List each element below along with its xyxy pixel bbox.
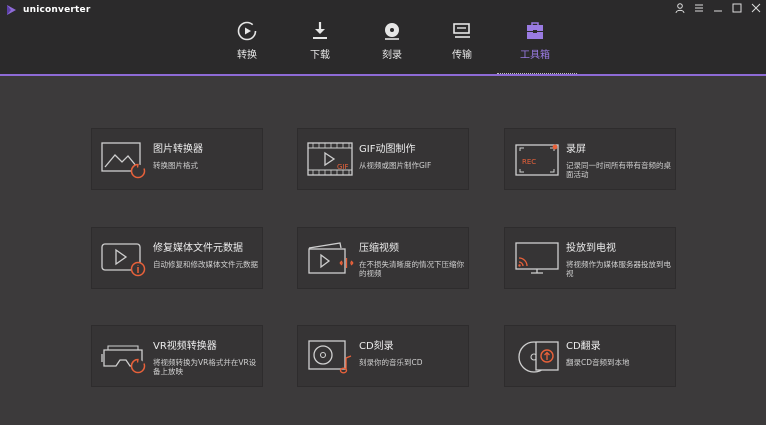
gif-maker-icon: GIF [307, 142, 353, 176]
tab-convert[interactable]: 转换 [215, 20, 279, 72]
vr-convert-icon [101, 345, 146, 374]
tab-transfer-label: 传输 [452, 50, 472, 61]
tool-title: CD刻录 [359, 341, 394, 352]
tool-title: 压缩视频 [359, 243, 399, 254]
tool-title: 修复媒体文件元数据 [153, 243, 243, 254]
fix-metadata-icon [101, 243, 146, 277]
tool-card-compress-video[interactable]: 压缩视频 在不损失清晰度的情况下压缩你的视频 [297, 227, 469, 289]
tab-convert-label: 转换 [237, 50, 257, 61]
tool-desc: 从视频或图片制作GIF [359, 161, 432, 170]
topbar-divider [0, 74, 766, 76]
tool-desc: 将视频转换为VR格式并在VR设备上放映 [153, 358, 257, 376]
tool-card-gif-maker[interactable]: GIF GIF动图制作 从视频或图片制作GIF [297, 128, 469, 190]
tool-card-cd-burn[interactable]: CD刻录 刻录你的音乐到CD [297, 325, 469, 387]
app-title: uniconverter [23, 5, 91, 15]
tool-title: 录屏 [566, 144, 586, 155]
tool-desc: 刻录你的音乐到CD [359, 358, 423, 367]
tool-desc: 将视频作为媒体服务器投放到电视 [566, 260, 671, 278]
tool-title: 图片转换器 [153, 144, 203, 155]
tool-title: 投放到电视 [566, 243, 616, 254]
tool-card-screen-recorder[interactable]: REC 录屏 记录同一时间所有带有音频的桌面活动 [504, 128, 676, 190]
tab-transfer[interactable]: 传输 [430, 20, 494, 72]
app-brand: uniconverter [5, 3, 90, 17]
menu-icon[interactable] [693, 2, 705, 14]
cast-tv-icon [515, 242, 559, 274]
tab-download[interactable]: 下载 [288, 20, 352, 72]
svg-text:GIF: GIF [337, 163, 349, 171]
close-icon[interactable] [750, 2, 762, 14]
screen-record-icon: REC [515, 144, 559, 176]
tab-toolbox-label: 工具箱 [520, 50, 550, 61]
cd-burn-icon [308, 340, 352, 374]
tool-desc: 翻录CD音频到本地 [566, 358, 630, 367]
svg-text:REC: REC [522, 158, 536, 166]
tab-download-label: 下载 [310, 50, 330, 61]
user-icon[interactable] [674, 2, 686, 14]
top-bar: uniconverter 转换 下载 刻录 传输 工具箱 [0, 0, 766, 75]
minimize-icon[interactable] [712, 2, 724, 14]
tool-desc: 转换图片格式 [153, 161, 198, 170]
app-logo-icon [7, 5, 16, 15]
tool-desc: 自动修复和修改媒体文件元数据 [153, 260, 258, 269]
image-convert-icon [101, 142, 146, 179]
tool-card-image-converter[interactable]: 图片转换器 转换图片格式 [91, 128, 263, 190]
convert-icon [237, 21, 257, 41]
tool-desc: 记录同一时间所有带有音频的桌面活动 [566, 161, 671, 179]
main-nav: 转换 下载 刻录 传输 工具箱 [0, 20, 766, 74]
tool-card-cd-rip[interactable]: CD翻录 翻录CD音频到本地 [504, 325, 676, 387]
tab-burn-label: 刻录 [382, 50, 402, 61]
maximize-icon[interactable] [731, 2, 743, 14]
download-icon [313, 22, 327, 39]
tool-title: VR视频转换器 [153, 341, 217, 352]
transfer-icon [453, 23, 470, 38]
tab-burn[interactable]: 刻录 [360, 20, 424, 72]
compress-video-icon [308, 242, 354, 274]
tool-title: GIF动图制作 [359, 144, 416, 155]
cd-rip-icon [518, 341, 559, 373]
tool-card-cast-tv[interactable]: 投放到电视 将视频作为媒体服务器投放到电视 [504, 227, 676, 289]
tab-toolbox[interactable]: 工具箱 [503, 20, 567, 72]
tool-title: CD翻录 [566, 341, 601, 352]
burn-icon [385, 23, 399, 40]
tool-desc: 在不损失清晰度的情况下压缩你的视频 [359, 260, 464, 278]
toolbox-icon [527, 22, 543, 39]
window-controls [674, 2, 762, 14]
tool-card-vr-converter[interactable]: VR视频转换器 将视频转换为VR格式并在VR设备上放映 [91, 325, 263, 387]
tool-card-fix-metadata[interactable]: 修复媒体文件元数据 自动修复和修改媒体文件元数据 [91, 227, 263, 289]
